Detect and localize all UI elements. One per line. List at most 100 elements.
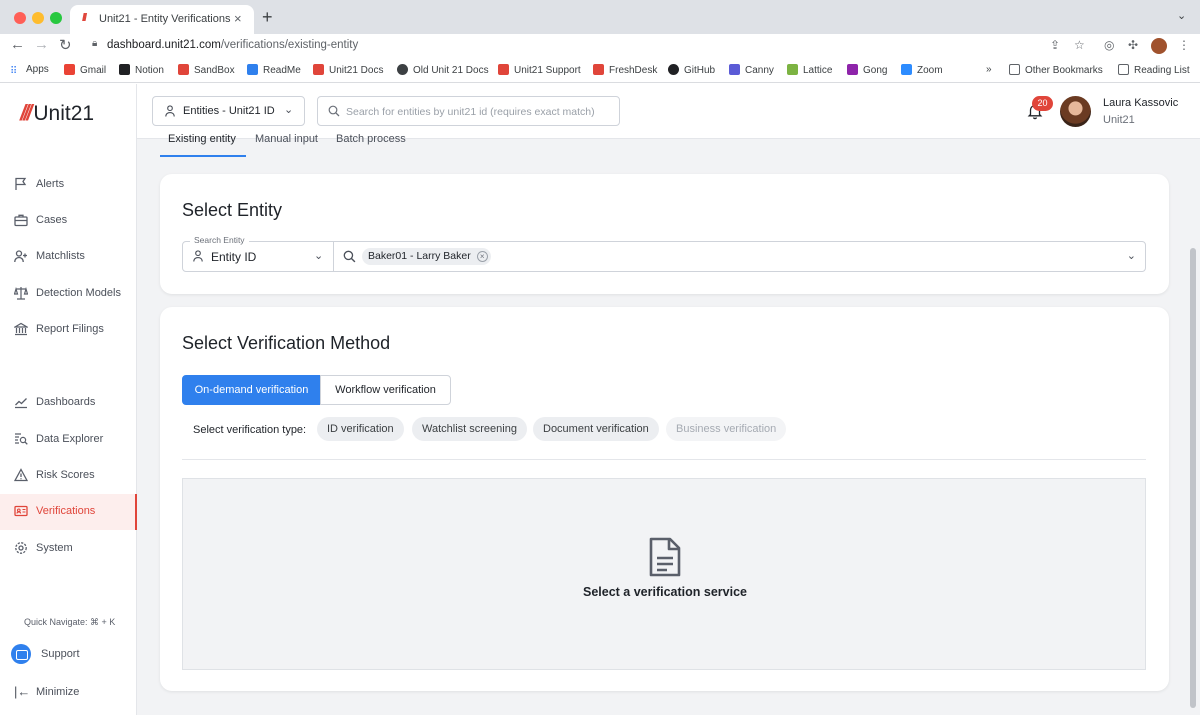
- document-verification-pill[interactable]: Document verification: [533, 417, 659, 441]
- bookmark-star-icon[interactable]: ☆: [1074, 38, 1085, 52]
- id-verification-pill[interactable]: ID verification: [317, 417, 404, 441]
- apps-grid-icon: ⠿: [10, 66, 18, 77]
- sidebar-item-verifications[interactable]: Verifications: [0, 494, 137, 530]
- chevron-down-icon: ⌄: [284, 104, 294, 116]
- global-search-input[interactable]: [346, 103, 614, 121]
- watchlist-screening-pill[interactable]: Watchlist screening: [412, 417, 527, 441]
- notion-icon: [119, 64, 130, 75]
- sidebar-item-label: Data Explorer: [36, 433, 104, 445]
- entity-search-field: Search Entity Entity ID ⌄ Baker01 - Larr…: [182, 235, 1146, 272]
- more-menu-icon[interactable]: ⋮: [1178, 38, 1190, 52]
- sidebar-item-label: Alerts: [36, 178, 65, 190]
- sidebar-item-risk-scores[interactable]: Risk Scores: [0, 458, 137, 494]
- bookmark-lattice[interactable]: Lattice: [787, 64, 832, 76]
- workflow-verification-button[interactable]: Workflow verification: [320, 375, 451, 405]
- page-scrollbar[interactable]: [1190, 248, 1196, 708]
- bookmark-sandbox[interactable]: SandBox: [178, 64, 235, 76]
- bookmark-canny[interactable]: Canny: [729, 64, 774, 76]
- bookmark-other-bookmarks[interactable]: Other Bookmarks: [1009, 64, 1103, 76]
- sidebar-item-data-explorer[interactable]: Data Explorer: [0, 422, 137, 458]
- tab-manual-input[interactable]: Manual input: [255, 133, 318, 145]
- tab-search-chevron-icon[interactable]: ⌄: [1177, 9, 1186, 22]
- chat-bubble-icon: [11, 644, 31, 664]
- tab-batch-process[interactable]: Batch process: [336, 133, 406, 145]
- verification-type-label: Select verification type:: [193, 424, 307, 436]
- minimize-window-button[interactable]: [32, 12, 44, 24]
- bookmark-unit21-docs[interactable]: Unit21 Docs: [313, 64, 383, 76]
- bookmark-zoom[interactable]: Zoom: [901, 64, 943, 76]
- user-org: Unit21: [1103, 114, 1135, 126]
- sidebar-item-system[interactable]: System: [0, 531, 137, 567]
- sidebar-item-matchlists[interactable]: Matchlists: [0, 239, 137, 275]
- select-entity-card: Select Entity Search Entity Entity ID ⌄ …: [160, 174, 1169, 294]
- bookmark-github[interactable]: GitHub: [668, 64, 715, 76]
- entity-id-dropdown[interactable]: Entity ID ⌄: [183, 242, 334, 271]
- avatar[interactable]: [1060, 96, 1091, 127]
- bookmarks-overflow-icon[interactable]: »: [986, 64, 992, 75]
- line-chart-icon: [15, 398, 27, 409]
- minimize-sidebar-button[interactable]: |← Minimize: [0, 680, 137, 704]
- puzzle-icon[interactable]: ✣: [1128, 38, 1138, 52]
- sidebar-item-label: Cases: [36, 214, 68, 226]
- divider: [182, 459, 1146, 460]
- bookmark-gong[interactable]: Gong: [847, 64, 887, 76]
- back-arrow-icon[interactable]: ←: [10, 36, 25, 53]
- business-verification-pill: Business verification: [666, 417, 787, 441]
- chevron-down-icon: ⌄: [314, 250, 324, 262]
- reload-icon[interactable]: ↻: [59, 36, 72, 54]
- sidebar-item-cases[interactable]: Cases: [0, 203, 137, 239]
- unit21-logo-mark: ///: [20, 100, 32, 125]
- user-plus-icon: [14, 250, 27, 263]
- entity-type-label: Entities - Unit21 ID: [183, 105, 275, 117]
- lattice-icon: [787, 64, 798, 75]
- bookmark-unit21-support[interactable]: Unit21 Support: [498, 64, 581, 76]
- sidebar-item-label: Detection Models: [36, 287, 121, 299]
- readme-icon: [247, 64, 258, 75]
- quick-navigate-hint: Quick Navigate: ⌘ + K: [24, 617, 116, 627]
- tab-strip: Existing entity Manual input Batch proce…: [160, 133, 460, 159]
- share-icon[interactable]: ⇪: [1050, 38, 1060, 52]
- zoom-window-button[interactable]: [50, 12, 62, 24]
- top-bar: Entities - Unit21 ID ⌄ 20 Laura Kassovic…: [137, 84, 1200, 139]
- tab-existing-entity[interactable]: Existing entity: [168, 133, 236, 145]
- support-button[interactable]: Support: [0, 640, 137, 668]
- global-search[interactable]: [317, 96, 620, 126]
- sidebar-item-label: Verifications: [36, 505, 96, 517]
- bookmark-freshdesk[interactable]: FreshDesk: [593, 64, 657, 76]
- sidebar-item-detection-models[interactable]: Detection Models: [0, 276, 137, 312]
- browser-profile-avatar[interactable]: [1151, 38, 1167, 54]
- extension-icon[interactable]: ◎: [1104, 38, 1114, 52]
- freshdesk-icon: [593, 64, 604, 75]
- bookmark-gmail[interactable]: Gmail: [64, 64, 106, 76]
- sidebar-item-alerts[interactable]: Alerts: [0, 167, 137, 203]
- new-tab-icon[interactable]: +: [262, 7, 273, 28]
- chevron-down-icon[interactable]: ⌄: [1127, 249, 1136, 262]
- address-bar[interactable]: 🔒︎ dashboard.unit21.com/verifications/ex…: [80, 34, 1096, 58]
- entity-type-dropdown[interactable]: Entities - Unit21 ID ⌄: [152, 96, 305, 126]
- user-icon: [165, 105, 175, 117]
- gong-icon: [847, 64, 858, 75]
- flag-icon: [15, 177, 27, 190]
- bookmark-old-unit21-docs[interactable]: Old Unit 21 Docs: [397, 64, 489, 76]
- verification-method-title: Select Verification Method: [182, 333, 391, 353]
- close-tab-icon[interactable]: ×: [234, 11, 242, 26]
- remove-chip-icon[interactable]: ×: [476, 251, 488, 262]
- browser-tab[interactable]: /// Unit21 - Entity Verifications ×: [70, 5, 254, 34]
- select-entity-title: Select Entity: [182, 200, 283, 220]
- close-window-button[interactable]: [14, 12, 26, 24]
- bookmarks-bar: ⠿ Apps Gmail Notion SandBox ReadMe Unit21…: [0, 59, 1200, 83]
- sidebar-item-report-filings[interactable]: Report Filings: [0, 312, 137, 348]
- forward-arrow-icon[interactable]: →: [34, 36, 49, 53]
- user-name[interactable]: Laura Kassovic: [1103, 97, 1178, 109]
- scale-icon: [14, 286, 28, 300]
- sidebar-item-label: Report Filings: [36, 323, 104, 335]
- bookmark-apps[interactable]: ⠿ Apps: [10, 64, 49, 78]
- on-demand-verification-button[interactable]: On-demand verification: [182, 375, 321, 405]
- unit21-logo[interactable]: ///Unit21: [20, 100, 94, 126]
- zoom-icon: [901, 64, 912, 75]
- entity-value-input[interactable]: Baker01 - Larry Baker × ⌄: [334, 242, 1145, 271]
- bookmark-reading-list[interactable]: Reading List: [1118, 64, 1190, 76]
- bookmark-notion[interactable]: Notion: [119, 64, 164, 76]
- sidebar-item-dashboards[interactable]: Dashboards: [0, 385, 137, 421]
- bookmark-readme[interactable]: ReadMe: [247, 64, 301, 76]
